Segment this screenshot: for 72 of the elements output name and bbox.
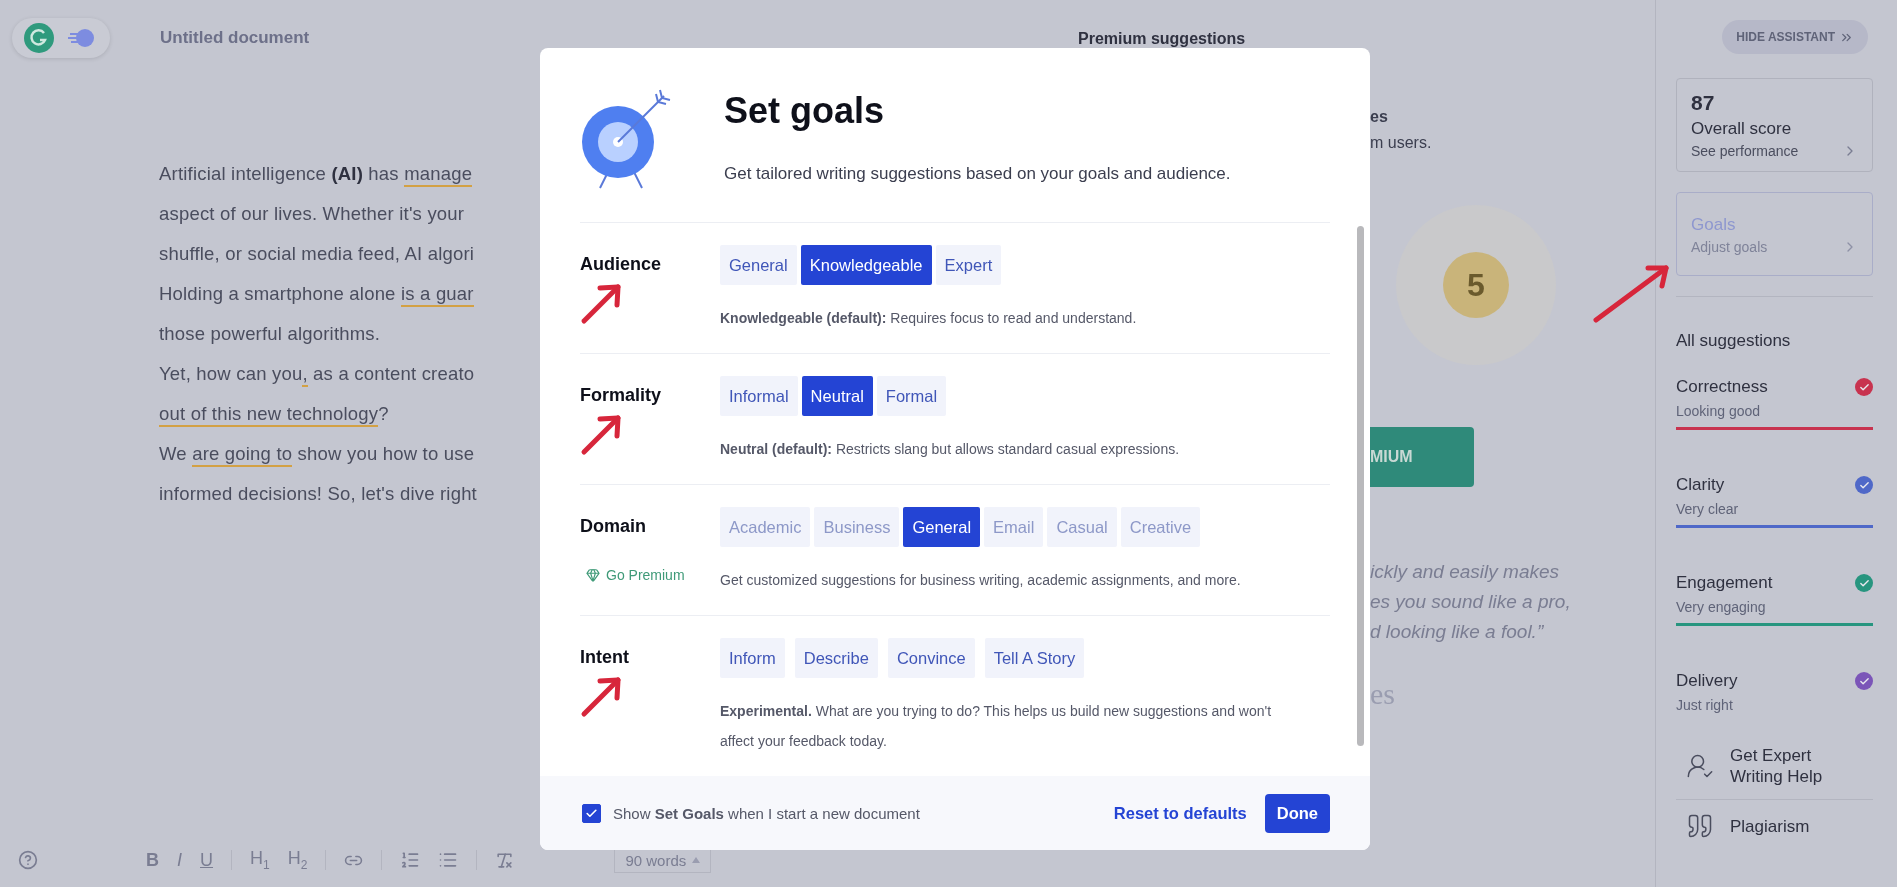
quote-line: es you sound like a pro, xyxy=(1370,590,1572,614)
person-check-icon xyxy=(1686,752,1714,780)
bullet-list-icon[interactable] xyxy=(438,850,459,870)
section-label: Domain xyxy=(580,516,647,537)
assistant-link[interactable]: Plagiarism xyxy=(1730,815,1810,837)
logo-pill[interactable] xyxy=(12,18,110,58)
option-button[interactable]: Convince xyxy=(887,638,975,678)
option-button[interactable]: Inform xyxy=(720,638,785,678)
check-icon xyxy=(585,806,598,820)
clear-format-icon[interactable] xyxy=(495,850,515,870)
option-button[interactable]: Formal xyxy=(876,376,947,416)
numbered-list-icon[interactable] xyxy=(400,850,421,870)
panel-subtitle: m users. xyxy=(1370,134,1433,152)
score-value: 87 xyxy=(1691,91,1716,115)
section-label: Audience xyxy=(580,254,663,275)
document-title: Untitled document xyxy=(160,28,310,48)
score-label: Overall score xyxy=(1691,119,1793,139)
document-line: aspect of our lives. Whether it's your xyxy=(159,202,465,226)
category-name[interactable]: Clarity xyxy=(1676,475,1725,495)
performance-link: See performance xyxy=(1691,143,1799,159)
section-label: Formality xyxy=(580,385,663,406)
quote-line: ickly and easily makes xyxy=(1370,560,1561,584)
dialog-subtitle: Get tailored writing suggestions based on your goals and audience. xyxy=(724,164,1231,184)
assistant-link[interactable]: Get Expert Writing Help xyxy=(1730,745,1850,787)
option-description: Knowledgeable (default): Requires focus to read and understand. xyxy=(720,309,1137,328)
option-button[interactable]: Tell A Story xyxy=(984,638,1085,678)
panel-heading: Premium suggestions xyxy=(1078,29,1247,48)
option-description: Get customized suggestions for business writing, academic assignments, and more. xyxy=(720,571,1241,590)
score-card[interactable]: 87 Overall score See performance xyxy=(1676,78,1873,172)
checkbox-label: Show Set Goals when I start a new document xyxy=(613,804,920,822)
annotation-arrow xyxy=(580,676,622,718)
category-name[interactable]: Engagement xyxy=(1676,573,1773,593)
quote-icon xyxy=(1686,812,1714,840)
document-line: Artificial intelligence (AI) has manage xyxy=(159,154,473,194)
category-status: Just right xyxy=(1676,697,1734,713)
option-button[interactable]: Expert xyxy=(935,245,1002,285)
document-line: We are going to show you how to use xyxy=(159,434,475,474)
option-description: Neutral (default): Restricts slang but allows standard casual expressions. xyxy=(720,440,1180,459)
checkbox[interactable] xyxy=(582,803,601,823)
caret-icon xyxy=(692,857,701,863)
hide-assistant-button[interactable]: HIDE ASSISTANT xyxy=(1722,20,1868,54)
all-suggestions-label[interactable]: All suggestions xyxy=(1676,331,1873,351)
help-icon[interactable] xyxy=(18,850,38,870)
scrollbar[interactable] xyxy=(1357,226,1364,746)
option-button[interactable]: Neutral xyxy=(801,376,873,416)
document-line: Holding a smartphone alone is a guar xyxy=(159,274,474,314)
diamond-icon xyxy=(586,568,600,582)
category-status: Looking good xyxy=(1676,403,1762,419)
category-name[interactable]: Delivery xyxy=(1676,671,1738,691)
annotation-arrow xyxy=(580,283,622,325)
dialog-title: Set goals xyxy=(724,90,886,132)
category-name[interactable]: Correctness xyxy=(1676,377,1768,397)
section-label: Intent xyxy=(580,647,630,668)
reset-link[interactable]: Reset to defaults xyxy=(1113,803,1247,823)
document-line: shuffle, or social media feed, AI algori xyxy=(159,242,475,266)
done-button[interactable]: Done xyxy=(1264,793,1330,833)
option-button[interactable]: Describe xyxy=(794,638,878,678)
count-badge: 5 xyxy=(1443,252,1509,318)
panel-title: es xyxy=(1370,108,1389,126)
option-description: Experimental. What are you trying to do? This helps us build new suggestions and won't affect your feedback today. xyxy=(720,702,1273,751)
document-line: informed decisions! So, let's dive right xyxy=(159,482,477,506)
logo-icon xyxy=(24,23,54,53)
document-line: Yet, how can you, as a content creato xyxy=(159,354,475,394)
document-line: those powerful algorithms. xyxy=(159,322,381,346)
category-status: Very engaging xyxy=(1676,599,1767,615)
option-button[interactable]: Informal xyxy=(720,376,798,416)
goals-link: Adjust goals xyxy=(1691,239,1768,255)
option-button[interactable]: Knowledgeable xyxy=(800,245,932,285)
quote-line: d looking like a fool.” xyxy=(1370,620,1545,644)
category-status: Very clear xyxy=(1676,501,1740,517)
annotation-arrow xyxy=(580,414,622,456)
option-button[interactable]: General xyxy=(720,245,797,285)
